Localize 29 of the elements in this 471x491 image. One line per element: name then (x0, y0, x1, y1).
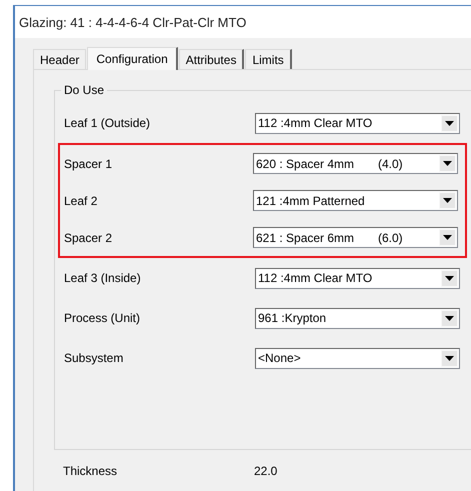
field-label: Leaf 2 (64, 194, 98, 208)
dropdown-arrow-icon (443, 198, 452, 203)
field-label: Spacer 1 (64, 156, 114, 170)
group-title: Do Use (61, 83, 108, 97)
dropdown[interactable]: <None> (255, 348, 460, 368)
tab[interactable]: Limits (245, 49, 292, 69)
tab[interactable]: Configuration (87, 47, 178, 70)
dropdown-arrow-icon (443, 161, 452, 166)
dropdown[interactable]: 621 : Spacer 6mm (6.0) (253, 227, 458, 248)
window-title: Glazing: 41 : 4-4-4-6-4 Clr-Pat-Clr MTO (19, 14, 246, 30)
dropdown[interactable]: 620 : Spacer 4mm (4.0) (253, 153, 458, 174)
field-label: Subsystem (64, 351, 124, 365)
dropdown-arrow-icon (443, 235, 452, 240)
dropdown-arrow-icon (445, 120, 454, 126)
thickness-value: 22.0 (254, 464, 278, 478)
dropdown[interactable]: 961 :Krypton (255, 308, 460, 328)
dropdown[interactable]: 112 :4mm Clear MTO (255, 112, 460, 134)
dropdown-arrow-icon (445, 316, 454, 320)
tab[interactable]: Header (33, 49, 86, 69)
tab[interactable]: Attributes (178, 49, 244, 69)
dropdown[interactable]: 121 :4mm Patterned (253, 190, 458, 211)
field-label: Spacer 2 (64, 230, 114, 244)
dropdown[interactable]: 112 :4mm Clear MTO (255, 268, 460, 288)
field-label: Leaf 1 (Outside) (64, 116, 152, 130)
field-label: Process (Unit) (64, 311, 142, 325)
field-label: Leaf 3 (Inside) (64, 271, 142, 285)
dropdown-arrow-icon (445, 276, 454, 280)
dropdown-arrow-icon (445, 356, 454, 360)
field-label: Thickness (63, 464, 118, 478)
